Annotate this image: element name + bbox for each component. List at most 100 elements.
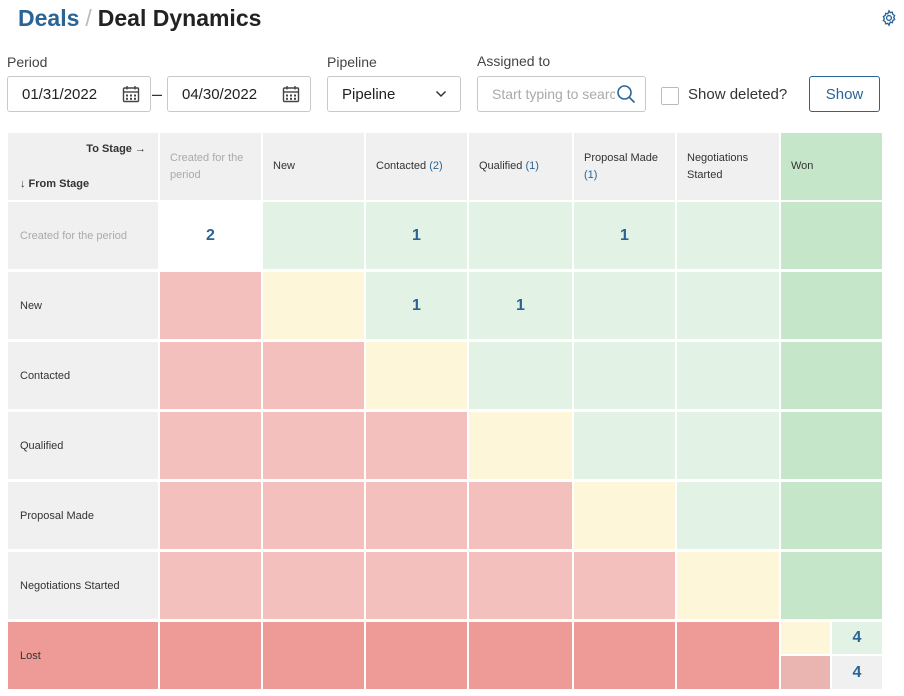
breadcrumb-link-deals[interactable]: Deals bbox=[18, 5, 79, 31]
matrix-cell-lost bbox=[366, 622, 467, 689]
matrix-cell bbox=[469, 412, 572, 479]
col-header-label: Negotiations Started bbox=[687, 151, 749, 181]
won-total[interactable]: 4 bbox=[832, 622, 882, 654]
matrix-cell bbox=[781, 342, 882, 409]
matrix-cell bbox=[366, 482, 467, 549]
pipeline-value: Pipeline bbox=[342, 85, 396, 103]
row-header-qualified: Qualified bbox=[8, 412, 158, 479]
gear-icon[interactable] bbox=[880, 9, 898, 27]
col-header-count: (1) bbox=[525, 160, 539, 172]
summary-swatch-won bbox=[781, 622, 830, 654]
matrix-cell-lost bbox=[263, 622, 364, 689]
matrix-cell bbox=[160, 342, 261, 409]
from-stage-label: ↓ From Stage bbox=[20, 178, 90, 190]
col-header-created: Created for the period bbox=[160, 133, 261, 200]
col-header-count: (2) bbox=[429, 160, 443, 172]
assigned-label: Assigned to bbox=[477, 53, 551, 69]
matrix-cell bbox=[677, 202, 779, 269]
matrix-cell bbox=[263, 202, 364, 269]
matrix-cell[interactable]: 1 bbox=[366, 272, 467, 339]
matrix-cell bbox=[263, 552, 364, 619]
show-deleted-checkbox[interactable] bbox=[661, 87, 679, 105]
assigned-search-input[interactable] bbox=[478, 86, 615, 102]
assigned-search-field[interactable] bbox=[477, 76, 646, 112]
lost-total[interactable]: 4 bbox=[832, 656, 882, 689]
matrix-cell bbox=[160, 552, 261, 619]
matrix-cell bbox=[263, 412, 364, 479]
col-header-label: Proposal Made bbox=[584, 151, 658, 164]
summary-swatch-lost bbox=[781, 656, 830, 689]
search-icon[interactable] bbox=[615, 83, 637, 105]
col-header-label: Won bbox=[791, 160, 814, 172]
col-header-negotiations: Negotiations Started bbox=[677, 133, 779, 200]
matrix-cell bbox=[160, 272, 261, 339]
matrix-cell bbox=[574, 552, 675, 619]
row-header-label: Qualified bbox=[20, 439, 64, 452]
matrix-cell bbox=[677, 342, 779, 409]
matrix-cell bbox=[469, 552, 572, 619]
matrix-cell bbox=[160, 482, 261, 549]
matrix-cell bbox=[263, 482, 364, 549]
show-button[interactable]: Show bbox=[809, 76, 880, 112]
matrix-cell bbox=[160, 412, 261, 479]
row-header-label: Contacted bbox=[20, 369, 71, 382]
matrix-cell-lost bbox=[160, 622, 261, 689]
row-header-label: Proposal Made bbox=[20, 509, 94, 522]
matrix-cell bbox=[469, 482, 572, 549]
matrix-cell bbox=[263, 272, 364, 339]
matrix-cell bbox=[677, 412, 779, 479]
matrix-cell bbox=[574, 412, 675, 479]
matrix-cell bbox=[781, 552, 882, 619]
show-deleted-label: Show deleted? bbox=[688, 86, 788, 103]
page-title: Deal Dynamics bbox=[97, 5, 262, 31]
chevron-down-icon bbox=[430, 83, 452, 105]
col-header-label: New bbox=[273, 160, 296, 172]
matrix-cell[interactable]: 1 bbox=[574, 202, 675, 269]
matrix-cell-lost bbox=[677, 622, 779, 689]
col-header-new: New bbox=[263, 133, 364, 200]
matrix-cell bbox=[574, 342, 675, 409]
period-label: Period bbox=[7, 54, 48, 70]
matrix-cell bbox=[677, 482, 779, 549]
calendar-icon[interactable] bbox=[120, 83, 142, 105]
matrix-corner: To Stage → ↓ From Stage bbox=[8, 133, 158, 200]
matrix-cell bbox=[574, 272, 675, 339]
matrix-cell bbox=[574, 482, 675, 549]
row-header-label: Negotiations Started bbox=[20, 579, 120, 592]
matrix-cell bbox=[263, 342, 364, 409]
row-header-label: Created for the period bbox=[20, 229, 128, 242]
matrix-cell-lost bbox=[574, 622, 675, 689]
row-header-contacted: Contacted bbox=[8, 342, 158, 409]
calendar-icon[interactable] bbox=[280, 83, 302, 105]
date-to-field[interactable]: 04/30/2022 bbox=[167, 76, 311, 112]
col-header-label: Qualified bbox=[479, 160, 523, 172]
date-to-value: 04/30/2022 bbox=[182, 85, 258, 103]
matrix-cell bbox=[469, 202, 572, 269]
row-header-created: Created for the period bbox=[8, 202, 158, 269]
col-header-contacted: Contacted (2) bbox=[366, 133, 467, 200]
matrix-cell bbox=[781, 272, 882, 339]
matrix-cell bbox=[366, 552, 467, 619]
col-header-label: Created for the period bbox=[170, 151, 244, 181]
matrix-cell bbox=[781, 202, 882, 269]
pipeline-label: Pipeline bbox=[327, 54, 377, 70]
matrix-cell[interactable]: 1 bbox=[366, 202, 467, 269]
date-from-value: 01/31/2022 bbox=[22, 85, 98, 103]
matrix-cell-lost bbox=[469, 622, 572, 689]
col-header-label: Contacted bbox=[376, 160, 427, 172]
date-range-separator: – bbox=[152, 84, 163, 104]
matrix-cell bbox=[781, 412, 882, 479]
col-header-count: (1) bbox=[584, 168, 598, 181]
matrix-cell bbox=[677, 552, 779, 619]
date-from-field[interactable]: 01/31/2022 bbox=[7, 76, 151, 112]
col-header-qualified: Qualified (1) bbox=[469, 133, 572, 200]
pipeline-select[interactable]: Pipeline bbox=[327, 76, 461, 112]
matrix-cell[interactable]: 1 bbox=[469, 272, 572, 339]
matrix-cell[interactable]: 2 bbox=[160, 202, 261, 269]
breadcrumb: Deals / Deal Dynamics bbox=[18, 5, 261, 32]
matrix-cell bbox=[366, 342, 467, 409]
breadcrumb-separator: / bbox=[85, 5, 92, 31]
row-header-label: New bbox=[20, 299, 43, 312]
col-header-proposal: Proposal Made (1) bbox=[574, 133, 675, 200]
matrix-cell bbox=[469, 342, 572, 409]
